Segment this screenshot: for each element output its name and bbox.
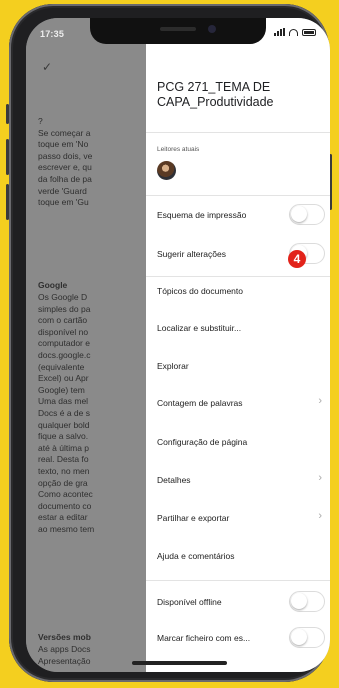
mute-switch: [6, 104, 9, 124]
phone-frame: 17:35 ✓ ? Se começar a toque em 'No pass…: [6, 4, 332, 682]
document-paragraph: As apps Docs Apresentação: [38, 644, 91, 666]
menu-item-label: Configuração de página: [157, 437, 248, 447]
menu-item-word-count[interactable]: Contagem de palavras ›: [157, 393, 330, 413]
volume-down-button: [6, 184, 9, 220]
avatar: [157, 161, 176, 180]
available-offline-toggle[interactable]: [289, 591, 325, 612]
menu-item-label: Ajuda e comentários: [157, 551, 235, 561]
document-heading: Google: [38, 280, 68, 290]
wifi-icon: [289, 28, 298, 36]
menu-item-details[interactable]: Detalhes ›: [157, 470, 330, 490]
step-number-badge: 4: [288, 250, 306, 268]
cellular-signal-icon: [274, 28, 285, 36]
chevron-right-icon: ›: [318, 510, 322, 522]
menu-item-document-outline[interactable]: Tópicos do documento: [157, 281, 330, 301]
menu-item-page-setup[interactable]: Configuração de página: [157, 432, 330, 452]
document-paragraph: Os Google D simples do pa com o cartão d…: [38, 292, 95, 534]
divider: [146, 580, 330, 581]
menu-item-label: Contagem de palavras: [157, 398, 243, 408]
menu-item-star-file[interactable]: Marcar ficheiro com es...: [157, 627, 330, 648]
menu-item-label: Localizar e substituir...: [157, 323, 242, 333]
menu-item-label: Esquema de impressão: [157, 210, 247, 220]
document-heading: Versões mob: [38, 632, 91, 642]
divider: [146, 132, 330, 133]
chevron-right-icon: ›: [318, 395, 322, 407]
menu-item-explore[interactable]: Explorar: [157, 356, 330, 376]
status-time: 17:35: [40, 29, 65, 39]
menu-item-share-export[interactable]: Partilhar e exportar ›: [157, 508, 330, 528]
menu-item-find-replace[interactable]: Localizar e substituir...: [157, 318, 330, 338]
menu-item-print-layout[interactable]: Esquema de impressão: [157, 204, 330, 225]
star-file-toggle[interactable]: [289, 627, 325, 648]
done-check-icon[interactable]: ✓: [42, 60, 52, 74]
document-view: ✓ ? Se começar a toque em 'No passo dois…: [26, 18, 146, 672]
chevron-right-icon: ›: [318, 472, 322, 484]
status-bar: 17:35: [26, 18, 330, 48]
menu-item-label: Explorar: [157, 361, 189, 371]
menu-item-label: Detalhes: [157, 475, 191, 485]
viewers-label: Leitores atuais: [157, 146, 200, 153]
menu-item-help-feedback[interactable]: Ajuda e comentários: [157, 546, 330, 566]
menu-item-label: Tópicos do documento: [157, 286, 243, 296]
home-indicator[interactable]: [132, 661, 227, 665]
menu-item-available-offline[interactable]: Disponível offline: [157, 591, 330, 612]
menu-item-label: Marcar ficheiro com es...: [157, 633, 251, 643]
volume-up-button: [6, 139, 9, 175]
document-menu-panel: PCG 271_TEMA DE CAPA_Produtividade Leito…: [146, 18, 330, 672]
divider: [146, 276, 330, 277]
document-paragraph: ? Se começar a toque em 'No passo dois, …: [38, 116, 93, 208]
divider: [146, 195, 330, 196]
screen: 17:35 ✓ ? Se começar a toque em 'No pass…: [26, 18, 330, 672]
menu-item-label: Disponível offline: [157, 597, 222, 607]
menu-item-label: Sugerir alterações: [157, 249, 226, 259]
status-icons: [274, 28, 316, 36]
document-title: PCG 271_TEMA DE CAPA_Produtividade: [157, 80, 274, 109]
print-layout-toggle[interactable]: [289, 204, 325, 225]
menu-item-label: Partilhar e exportar: [157, 513, 230, 523]
battery-icon: [302, 28, 316, 36]
